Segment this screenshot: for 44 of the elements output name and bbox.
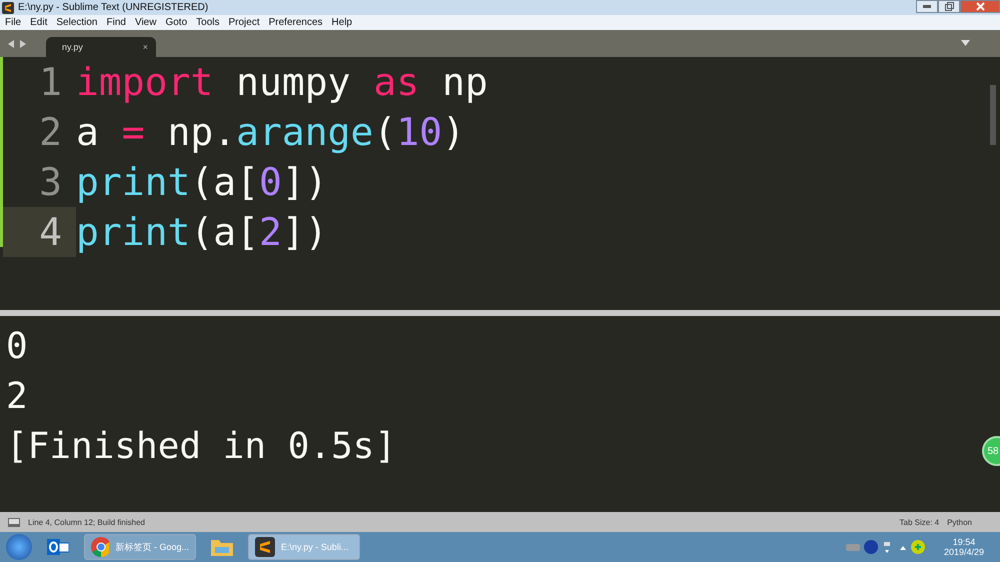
minimize-icon <box>923 5 931 8</box>
restore-button[interactable] <box>938 0 960 13</box>
menu-item[interactable]: Project <box>228 17 260 28</box>
start-button[interactable] <box>6 534 32 560</box>
close-icon <box>976 2 984 11</box>
panel-toggle-icon[interactable] <box>8 518 20 526</box>
menu-item[interactable]: Find <box>106 17 126 28</box>
tab-label: ny.py <box>62 42 83 52</box>
tab-close-button[interactable]: × <box>142 42 148 52</box>
minimize-button[interactable] <box>916 0 938 13</box>
line-number: 4 <box>3 207 76 257</box>
file-tab[interactable]: ny.py × <box>46 37 156 57</box>
menu-item[interactable]: Tools <box>196 17 220 28</box>
editor-app-icon <box>255 537 275 557</box>
menu-item[interactable]: Goto <box>165 17 188 28</box>
syntax-indicator[interactable]: Python <box>947 518 972 526</box>
clock-time[interactable]: 19:54 <box>952 537 976 547</box>
code-line: a = np.arange(10) <box>76 110 465 154</box>
menu-item[interactable]: Edit <box>30 17 48 28</box>
app-logo-icon <box>2 2 14 14</box>
output-line: 2 <box>6 375 28 419</box>
line-number: 1 <box>38 59 63 106</box>
restore-icon <box>944 2 954 11</box>
line-number: 2 <box>38 109 63 156</box>
line-number: 3 <box>38 159 63 206</box>
browser-icon <box>91 537 110 557</box>
output-line: [Finished in 0.5s] <box>6 425 396 469</box>
menu-item[interactable]: Help <box>332 17 352 28</box>
code-line: import numpy as np <box>76 60 488 104</box>
clock-date[interactable]: 2019/4/29 <box>944 547 984 557</box>
tab-size-indicator[interactable]: Tab Size: 4 <box>900 518 940 526</box>
output-line: 0 <box>6 325 28 369</box>
code-line: print(a[0]) <box>76 160 328 204</box>
menu-item[interactable]: File <box>5 17 22 28</box>
window-title: E:\ny.py - Sublime Text (UNREGISTERED) <box>18 2 210 13</box>
menu-item[interactable]: Preferences <box>268 17 323 28</box>
menu-item[interactable]: Selection <box>56 17 98 28</box>
tab-navigation-arrows-icon[interactable] <box>8 40 26 48</box>
code-line: print(a[2]) <box>76 210 328 254</box>
close-button[interactable] <box>960 0 1000 13</box>
menu-item[interactable]: View <box>134 17 156 28</box>
status-message: Line 4, Column 12; Build finished <box>28 518 145 526</box>
tray-icons-drawing[interactable] <box>846 539 926 555</box>
dropdown-icon[interactable] <box>961 40 970 46</box>
